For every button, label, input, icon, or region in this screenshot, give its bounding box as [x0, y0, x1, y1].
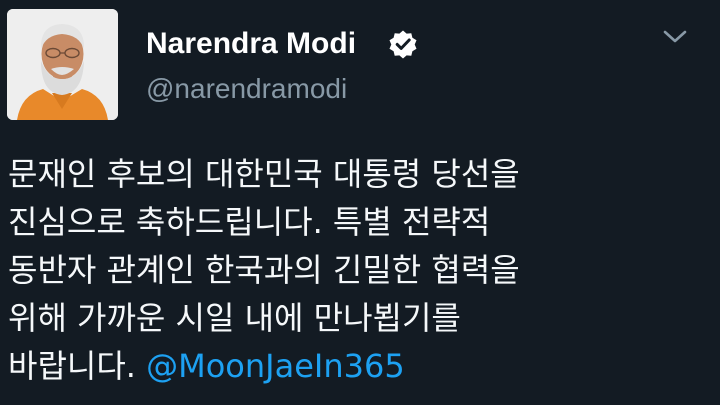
author-display-name[interactable]: Narendra Modi: [146, 26, 356, 62]
chevron-down-icon[interactable]: [662, 26, 688, 48]
tweet-text-line: 바랍니다.: [8, 347, 136, 385]
tweet-text-line: 문재인 후보의 대한민국 대통령 당선을: [8, 155, 520, 193]
tweet-text-line: 진심으로 축하드립니다. 특별 전략적: [8, 203, 491, 241]
tweet-text-line: 동반자 관계인 한국과의 긴밀한 협력을: [8, 251, 520, 289]
author-handle[interactable]: @narendramodi: [146, 72, 347, 106]
tweet-text-line: 위해 가까운 시일 내에 만나뵙기를: [8, 299, 461, 337]
profile-photo: [7, 9, 118, 120]
tweet-text-last-line: 바랍니다. @MoonJaeIn365: [8, 342, 708, 390]
avatar[interactable]: [7, 9, 118, 120]
mention-link[interactable]: @MoonJaeIn365: [146, 347, 405, 385]
tweet-card: Narendra Modi @narendramodi 문재인 후보의 대한민국…: [0, 0, 720, 405]
tweet-text: 문재인 후보의 대한민국 대통령 당선을 진심으로 축하드립니다. 특별 전략적…: [8, 150, 708, 390]
verified-badge-icon: [388, 29, 418, 59]
